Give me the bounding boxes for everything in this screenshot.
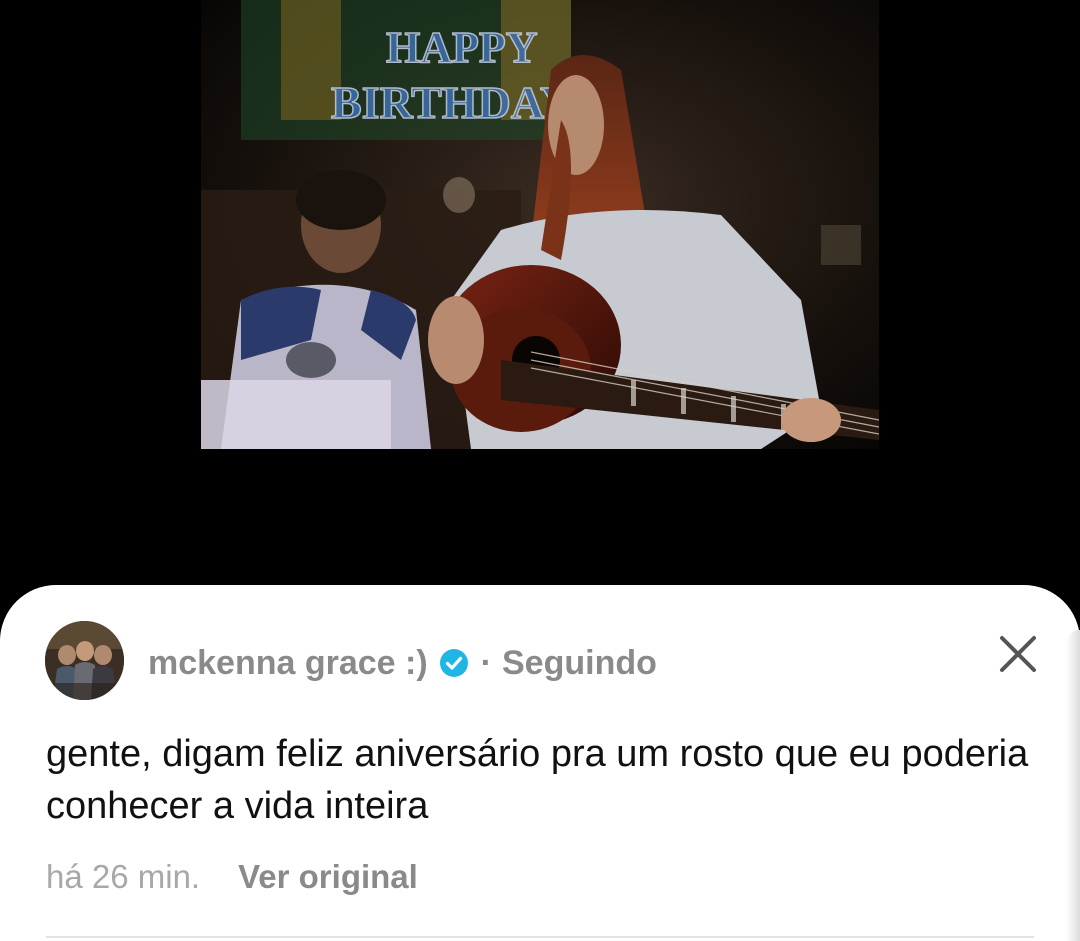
follow-status[interactable]: Seguindo xyxy=(502,644,657,683)
verified-badge-icon xyxy=(439,648,469,678)
post-meta: há 26 min. Ver original xyxy=(46,855,418,899)
post-timestamp: há 26 min. xyxy=(46,858,201,895)
sheet-edge-shadow xyxy=(1066,630,1080,941)
header-separator: · xyxy=(480,643,492,682)
post-text: gente, digam feliz aniversário pra um ro… xyxy=(46,733,1029,827)
video-frame-image: HAPPY BIRTHDAY xyxy=(201,0,879,449)
banner-happy-text: HAPPY xyxy=(386,23,538,72)
divider xyxy=(46,936,1034,938)
banner-birthday-text: BIRTHDAY xyxy=(331,77,573,128)
see-original-link[interactable]: Ver original xyxy=(238,858,418,896)
video-player[interactable]: HAPPY BIRTHDAY xyxy=(201,0,879,449)
close-icon xyxy=(1000,636,1036,672)
avatar-image xyxy=(45,621,124,700)
post-header: mckenna grace :) · Seguindo xyxy=(148,640,657,686)
app-screen: HAPPY BIRTHDAY mckenna grace:) · Seguin… xyxy=(0,0,1080,941)
close-button[interactable] xyxy=(992,628,1044,680)
author-avatar[interactable] xyxy=(45,621,124,700)
author-name[interactable]: mckenna grace :) xyxy=(148,644,428,683)
